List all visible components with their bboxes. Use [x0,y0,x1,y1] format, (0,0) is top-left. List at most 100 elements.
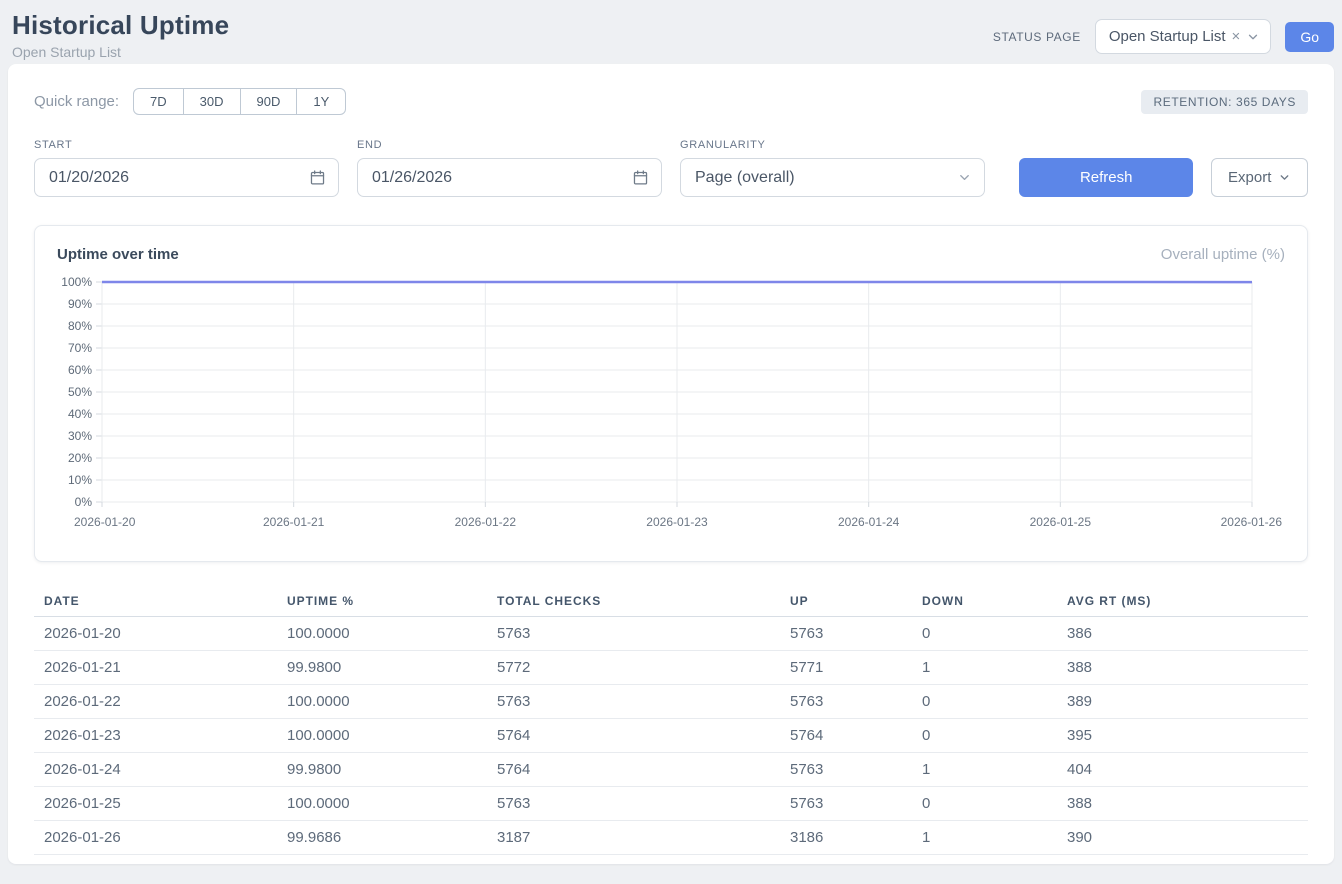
svg-text:50%: 50% [68,385,92,399]
svg-text:30%: 30% [68,429,92,443]
table-cell: 5772 [487,651,780,685]
table-row: 2026-01-2199.9800577257711388 [34,651,1308,685]
table-cell: 5763 [780,617,912,651]
table-row: 2026-01-2699.9686318731861390 [34,821,1308,855]
export-button[interactable]: Export [1211,158,1308,197]
chart-title: Uptime over time [57,246,179,263]
table-cell: 99.9800 [277,753,487,787]
svg-text:2026-01-25: 2026-01-25 [1030,515,1092,529]
table-cell: 2026-01-26 [34,821,277,855]
quick-range-button-90d[interactable]: 90D [240,88,298,115]
table-cell: 3187 [487,821,780,855]
refresh-button[interactable]: Refresh [1019,158,1193,197]
chevron-down-icon [957,170,972,185]
svg-text:2026-01-20: 2026-01-20 [74,515,136,529]
table-cell: 388 [1057,651,1308,685]
table-cell: 1 [912,753,1057,787]
table-cell: 388 [1057,787,1308,821]
chart-legend: Overall uptime (%) [1161,246,1285,263]
column-header: UPTIME % [277,586,487,617]
table-cell: 2026-01-23 [34,719,277,753]
remove-selection-icon[interactable]: × [1232,29,1241,44]
svg-text:40%: 40% [68,407,92,421]
table-cell: 2026-01-21 [34,651,277,685]
svg-text:2026-01-22: 2026-01-22 [455,515,517,529]
table-row: 2026-01-23100.0000576457640395 [34,719,1308,753]
table-cell: 5764 [487,719,780,753]
table-cell: 100.0000 [277,617,487,651]
end-field: END 01/26/2026 [357,139,662,197]
table-cell: 5771 [780,651,912,685]
uptime-table: DATEUPTIME %TOTAL CHECKSUPDOWNAVG RT (MS… [34,586,1308,855]
title-block: Historical Uptime Open Startup List [12,10,229,60]
table-cell: 5764 [487,753,780,787]
start-date-value: 01/20/2026 [49,169,129,187]
svg-text:2026-01-21: 2026-01-21 [263,515,325,529]
chevron-down-icon [1278,171,1291,184]
chart-svg: 0%10%20%30%40%50%60%70%80%90%100%2026-01… [57,273,1287,535]
svg-text:2026-01-24: 2026-01-24 [838,515,900,529]
table-cell: 5763 [780,685,912,719]
table-cell: 99.9686 [277,821,487,855]
calendar-icon[interactable] [632,169,649,186]
column-header: UP [780,586,912,617]
table-cell: 0 [912,685,1057,719]
table-cell: 0 [912,719,1057,753]
table-cell: 100.0000 [277,719,487,753]
calendar-icon[interactable] [309,169,326,186]
start-label: START [34,139,339,151]
quick-range-button-1y[interactable]: 1Y [296,88,346,115]
table-cell: 100.0000 [277,787,487,821]
header-controls: STATUS PAGE Open Startup List × Go [993,10,1334,54]
table-cell: 5763 [780,753,912,787]
quick-range-button-30d[interactable]: 30D [183,88,241,115]
table-row: 2026-01-25100.0000576357630388 [34,787,1308,821]
table-cell: 389 [1057,685,1308,719]
end-date-input[interactable]: 01/26/2026 [357,158,662,197]
table-header: DATEUPTIME %TOTAL CHECKSUPDOWNAVG RT (MS… [34,586,1308,617]
page-title: Historical Uptime [12,10,229,41]
go-button[interactable]: Go [1285,22,1334,52]
quick-range-button-7d[interactable]: 7D [133,88,184,115]
quick-range-group: 7D30D90D1Y [133,88,346,115]
table-row: 2026-01-22100.0000576357630389 [34,685,1308,719]
column-header: DATE [34,586,277,617]
chart-header: Uptime over time Overall uptime (%) [35,226,1307,273]
table-cell: 2026-01-24 [34,753,277,787]
table-cell: 100.0000 [277,685,487,719]
table-cell: 5764 [780,719,912,753]
svg-text:90%: 90% [68,297,92,311]
table-row: 2026-01-20100.0000576357630386 [34,617,1308,651]
filter-form-row: START 01/20/2026 END 01/26/2026 GRANULAR… [34,139,1308,197]
granularity-field: GRANULARITY Page (overall) [680,139,985,197]
svg-text:100%: 100% [61,275,92,289]
uptime-line-chart: 0%10%20%30%40%50%60%70%80%90%100%2026-01… [35,273,1307,540]
table-cell: 2026-01-22 [34,685,277,719]
main-panel: Quick range: 7D30D90D1Y RETENTION: 365 D… [8,64,1334,864]
status-page-label: STATUS PAGE [993,30,1081,44]
table-cell: 2026-01-20 [34,617,277,651]
granularity-label: GRANULARITY [680,139,985,151]
table-cell: 1 [912,651,1057,685]
table-cell: 395 [1057,719,1308,753]
start-date-input[interactable]: 01/20/2026 [34,158,339,197]
table-cell: 1 [912,821,1057,855]
granularity-select[interactable]: Page (overall) [680,158,985,197]
granularity-value: Page (overall) [695,169,795,187]
table-cell: 386 [1057,617,1308,651]
column-header: DOWN [912,586,1057,617]
uptime-chart-card: Uptime over time Overall uptime (%) 0%10… [34,225,1308,562]
svg-text:2026-01-26: 2026-01-26 [1221,515,1283,529]
status-page-select[interactable]: Open Startup List × [1095,19,1272,54]
table-cell: 2026-01-25 [34,787,277,821]
page-subtitle: Open Startup List [12,44,229,60]
table-cell: 0 [912,787,1057,821]
table-cell: 5763 [780,787,912,821]
column-header: AVG RT (MS) [1057,586,1308,617]
table-cell: 99.9800 [277,651,487,685]
table-cell: 5763 [487,685,780,719]
retention-badge: RETENTION: 365 DAYS [1141,90,1308,114]
end-date-value: 01/26/2026 [372,169,452,187]
table-cell: 5763 [487,617,780,651]
table-cell: 3186 [780,821,912,855]
